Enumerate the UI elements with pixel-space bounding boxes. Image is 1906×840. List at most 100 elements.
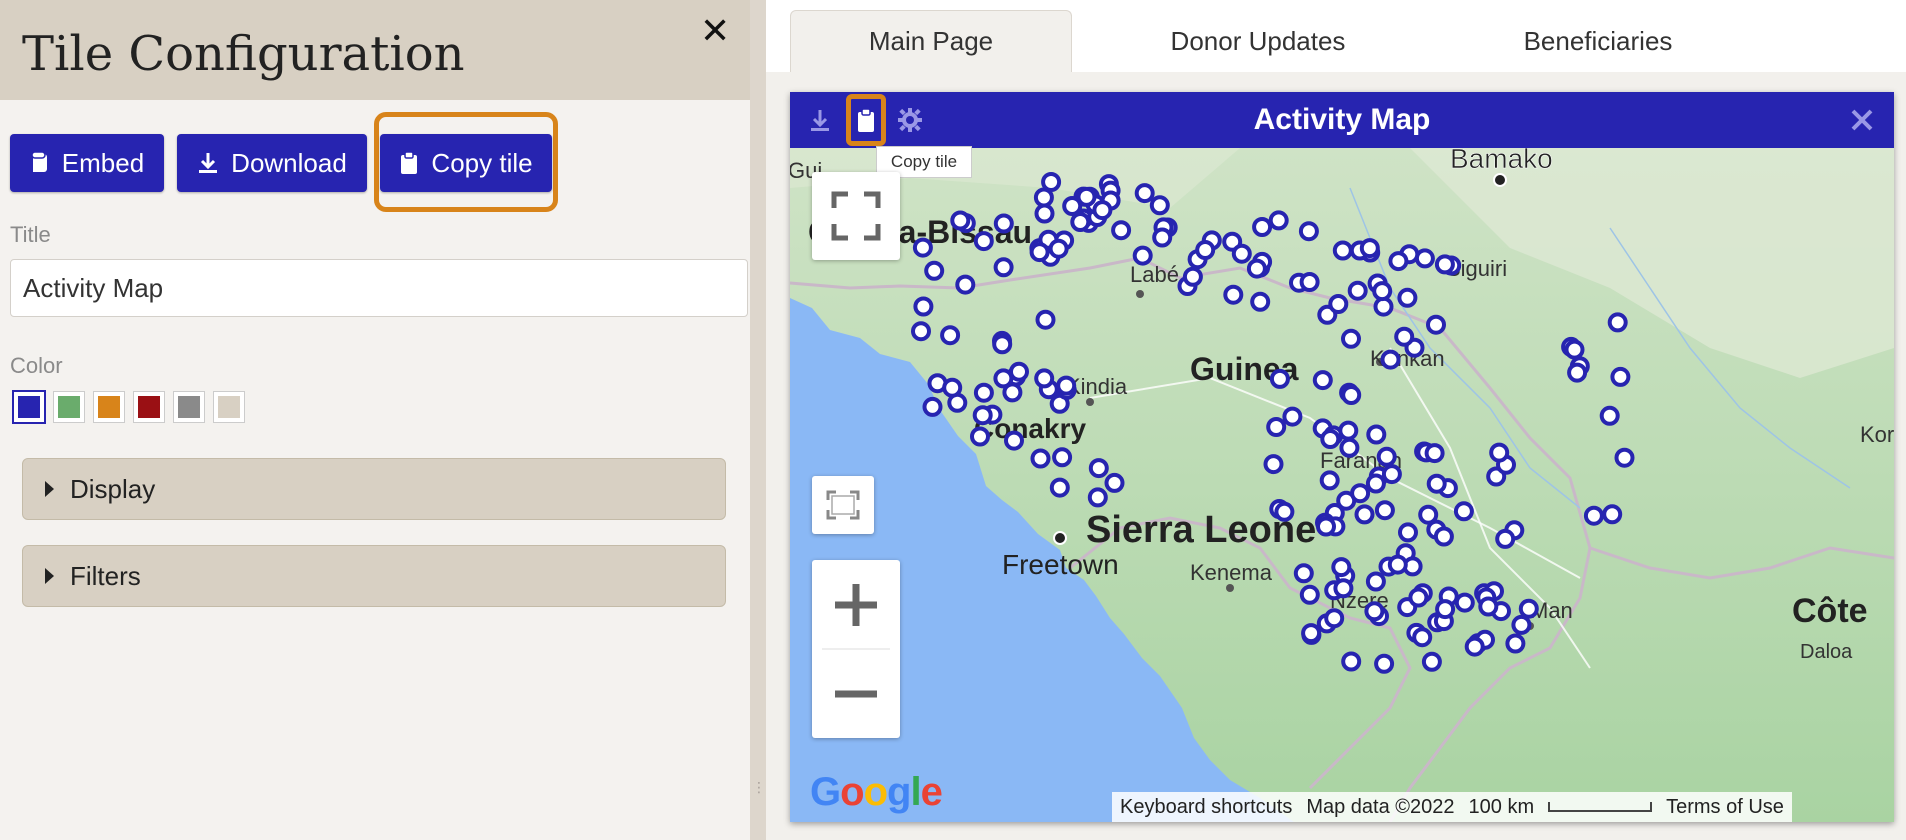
panel-resize-divider[interactable] xyxy=(750,0,766,840)
activity-marker[interactable] xyxy=(1088,458,1109,479)
activity-marker[interactable] xyxy=(973,231,994,252)
activity-marker[interactable] xyxy=(912,237,933,258)
activity-marker[interactable] xyxy=(1092,200,1113,221)
activity-marker[interactable] xyxy=(1359,238,1380,259)
activity-marker[interactable] xyxy=(1511,614,1532,635)
activity-marker[interactable] xyxy=(911,321,931,342)
activity-marker[interactable] xyxy=(1426,314,1446,335)
activity-marker[interactable] xyxy=(1049,477,1070,498)
activity-marker[interactable] xyxy=(1388,251,1409,272)
activity-marker[interactable] xyxy=(913,296,934,317)
activity-marker[interactable] xyxy=(1030,448,1051,469)
activity-marker[interactable] xyxy=(1376,446,1397,467)
color-swatch[interactable] xyxy=(174,392,204,422)
download-icon[interactable] xyxy=(806,106,834,134)
activity-marker[interactable] xyxy=(1614,447,1635,468)
keyboard-shortcuts-link[interactable]: Keyboard shortcuts xyxy=(1120,796,1292,819)
activity-marker[interactable] xyxy=(1331,557,1352,578)
display-section-toggle[interactable]: Display xyxy=(22,458,726,520)
activity-marker[interactable] xyxy=(1328,294,1349,314)
activity-marker[interactable] xyxy=(1076,186,1097,207)
activity-marker[interactable] xyxy=(1034,203,1055,224)
activity-marker[interactable] xyxy=(1274,501,1295,522)
activity-marker[interactable] xyxy=(1366,424,1387,445)
activity-marker[interactable] xyxy=(1282,406,1303,427)
gear-icon[interactable] xyxy=(896,106,924,134)
activity-marker[interactable] xyxy=(992,334,1013,355)
activity-marker[interactable] xyxy=(1263,454,1284,475)
activity-marker[interactable] xyxy=(1387,554,1408,575)
activity-marker[interactable] xyxy=(1252,217,1273,237)
activity-marker[interactable] xyxy=(1354,504,1375,525)
activity-marker[interactable] xyxy=(1312,370,1333,391)
activity-marker[interactable] xyxy=(1421,651,1442,672)
activity-marker[interactable] xyxy=(1602,504,1623,525)
activity-marker[interactable] xyxy=(1132,245,1153,266)
activity-marker[interactable] xyxy=(942,377,963,398)
color-swatch[interactable] xyxy=(54,392,84,422)
activity-marker[interactable] xyxy=(1564,339,1585,360)
activity-marker[interactable] xyxy=(1347,280,1368,301)
activity-marker[interactable] xyxy=(1412,627,1433,648)
activity-marker[interactable] xyxy=(1453,501,1474,522)
map-canvas[interactable]: Bamako Guinea-Bissau Guinea Kindia Conak… xyxy=(790,148,1894,822)
activity-marker[interactable] xyxy=(1374,653,1395,674)
activity-marker[interactable] xyxy=(1149,195,1170,216)
activity-marker[interactable] xyxy=(922,396,943,417)
activity-marker[interactable] xyxy=(1223,284,1244,305)
activity-marker[interactable] xyxy=(1246,258,1267,279)
activity-marker[interactable] xyxy=(1029,242,1050,263)
activity-marker[interactable] xyxy=(1435,599,1456,620)
activity-marker[interactable] xyxy=(1041,172,1062,192)
color-swatch[interactable] xyxy=(214,392,244,422)
activity-marker[interactable] xyxy=(1607,312,1628,333)
activity-marker[interactable] xyxy=(1454,592,1475,613)
activity-marker[interactable] xyxy=(1372,281,1393,302)
activity-marker[interactable] xyxy=(1070,212,1091,232)
activity-marker[interactable] xyxy=(1268,210,1289,231)
activity-marker[interactable] xyxy=(1320,429,1341,449)
activity-marker[interactable] xyxy=(1035,309,1056,330)
activity-marker[interactable] xyxy=(1033,187,1054,208)
area-select-button[interactable] xyxy=(812,476,874,534)
activity-marker[interactable] xyxy=(1231,243,1252,264)
activity-marker[interactable] xyxy=(1056,375,1077,396)
activity-marker[interactable] xyxy=(1004,430,1024,451)
activity-marker[interactable] xyxy=(1152,227,1173,248)
activity-marker[interactable] xyxy=(1341,328,1361,349)
activity-marker[interactable] xyxy=(993,257,1014,278)
activity-marker[interactable] xyxy=(1111,220,1132,241)
tab-main-page[interactable]: Main Page xyxy=(790,10,1072,72)
activity-marker[interactable] xyxy=(993,213,1014,234)
resize-grip-icon[interactable]: ⋮ xyxy=(752,780,766,796)
activity-marker[interactable] xyxy=(924,260,945,281)
activity-marker[interactable] xyxy=(1333,578,1354,599)
activity-marker[interactable] xyxy=(1195,240,1216,260)
activity-marker[interactable] xyxy=(1610,366,1631,387)
activity-marker[interactable] xyxy=(1433,526,1454,547)
activity-marker[interactable] xyxy=(1567,362,1588,383)
activity-marker[interactable] xyxy=(1414,248,1435,269)
activity-marker[interactable] xyxy=(1397,287,1418,308)
activity-marker[interactable] xyxy=(1464,636,1485,657)
color-swatch[interactable] xyxy=(94,392,124,422)
activity-marker[interactable] xyxy=(1489,442,1510,463)
activity-marker[interactable] xyxy=(1341,651,1362,672)
activity-marker[interactable] xyxy=(1505,633,1526,654)
activity-marker[interactable] xyxy=(1374,500,1395,521)
activity-marker[interactable] xyxy=(1269,368,1290,389)
activity-marker[interactable] xyxy=(1034,368,1055,389)
activity-marker[interactable] xyxy=(1434,254,1455,275)
activity-marker[interactable] xyxy=(1182,266,1203,287)
copy-tile-button[interactable]: Copy tile xyxy=(380,134,552,192)
activity-marker[interactable] xyxy=(1266,417,1287,437)
activity-marker[interactable] xyxy=(1250,291,1271,312)
color-swatch[interactable] xyxy=(14,392,44,422)
activity-marker[interactable] xyxy=(970,426,990,447)
clipboard-icon[interactable] xyxy=(852,106,880,134)
map-view[interactable]: Bamako Guinea-Bissau Guinea Kindia Conak… xyxy=(790,148,1894,822)
fullscreen-button[interactable] xyxy=(812,172,900,260)
activity-marker[interactable] xyxy=(1009,361,1029,382)
activity-marker[interactable] xyxy=(940,325,961,346)
activity-marker[interactable] xyxy=(1299,272,1320,292)
